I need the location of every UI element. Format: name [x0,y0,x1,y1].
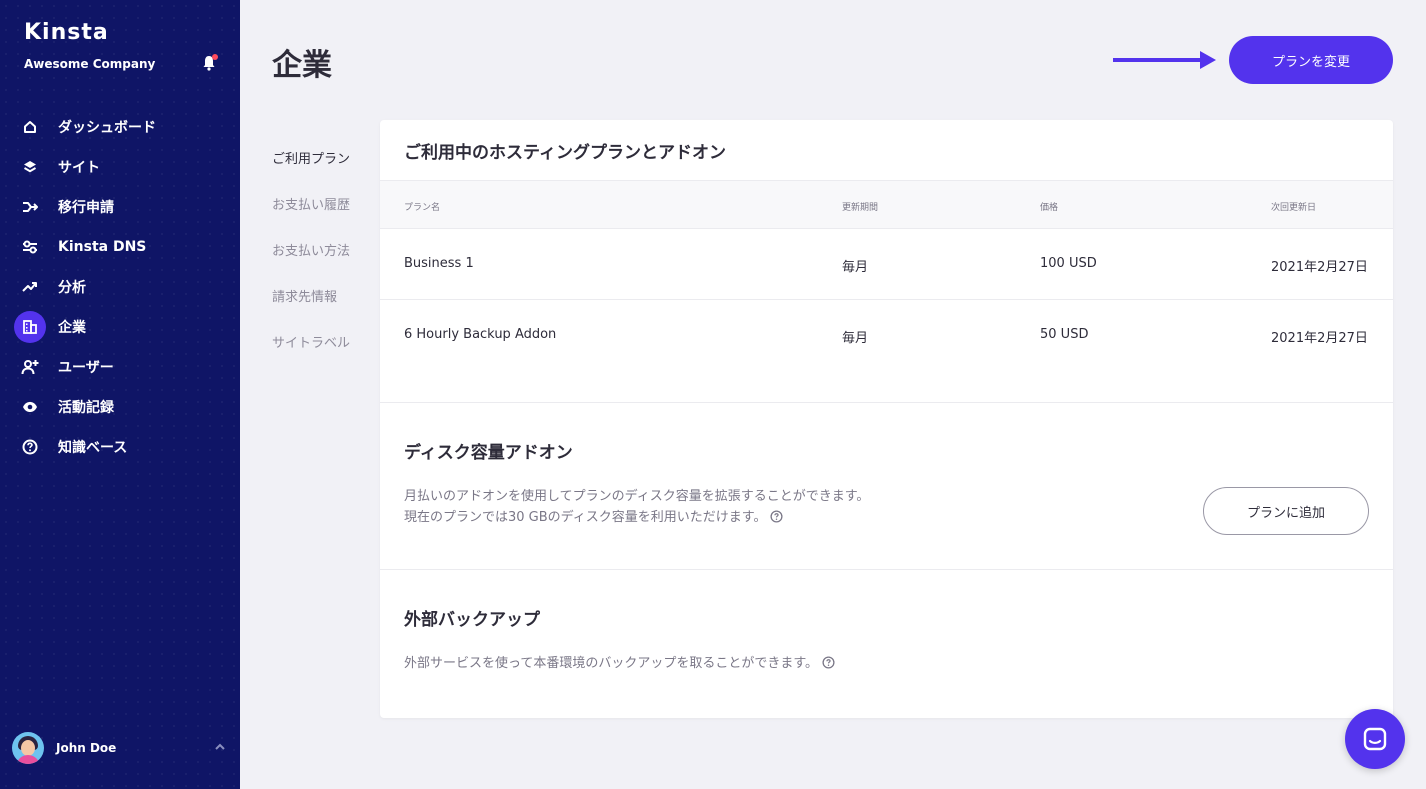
main-nav: ダッシュボード サイト 移行申請 Kinsta DNS 分析 企業 ユーザー 活… [0,107,240,467]
disk-addon-line-2: 現在のプランでは30 GBのディスク容量を利用いただけます。 [404,510,767,525]
external-backup-line-1: 外部サービスを使って本番環境のバックアップを取ることができます。 [404,656,819,671]
nav-label-activity-log: 活動記録 [58,400,114,416]
price-cell: 50 USD [1040,327,1089,342]
renewal-period-cell: 毎月 [842,260,869,275]
table-row: 6 Hourly Backup Addon 毎月 50 USD 2021年2月2… [380,299,1393,370]
user-menu[interactable]: John Doe [12,732,228,764]
page-title: 企業 [272,48,332,83]
nav-item-migrations[interactable]: 移行申請 [0,187,240,227]
user-name: John Doe [56,741,117,755]
eye-icon [14,391,46,423]
price-cell: 100 USD [1040,256,1097,271]
nav-label-analytics: 分析 [58,280,86,296]
migration-icon [14,191,46,223]
company-icon [14,311,46,343]
plans-title: ご利用中のホスティングプランとアドオン [404,143,726,163]
column-header-plan-name: プラン名 [404,203,441,213]
disk-addon-line-1: 月払いのアドオンを使用してプランのディスク容量を拡張することができます。 [404,489,870,504]
sub-nav: ご利用プラン お支払い履歴 お支払い方法 請求先情報 サイトラベル [272,148,350,378]
notification-dot [212,54,218,60]
column-header-next-renewal: 次回更新日 [1271,203,1317,213]
nav-item-activity-log[interactable]: 活動記録 [0,387,240,427]
nav-label-company: 企業 [58,320,86,336]
help-icon [14,431,46,463]
nav-item-dns[interactable]: Kinsta DNS [0,227,240,267]
add-to-plan-button[interactable]: プランに追加 [1203,487,1369,535]
next-renewal-cell: 2021年2月27日 [1271,260,1368,275]
plan-name-cell: 6 Hourly Backup Addon [404,327,557,342]
layers-icon [14,151,46,183]
nav-item-sites[interactable]: サイト [0,147,240,187]
nav-item-company[interactable]: 企業 [0,307,240,347]
add-user-icon [14,351,46,383]
table-header: プラン名 更新期間 価格 次回更新日 [380,180,1393,228]
nav-label-users: ユーザー [58,360,114,376]
chat-launcher-button[interactable] [1345,709,1405,769]
help-icon[interactable] [822,656,835,669]
home-icon [14,111,46,143]
chevron-up-icon[interactable] [214,741,226,753]
plan-name-cell: Business 1 [404,256,474,271]
nav-label-dashboard: ダッシュボード [58,120,156,136]
nav-item-analytics[interactable]: 分析 [0,267,240,307]
nav-label-migrations: 移行申請 [58,200,114,216]
section-divider [380,402,1393,403]
nav-label-knowledge-base: 知識ベース [58,440,128,456]
renewal-period-cell: 毎月 [842,331,869,346]
subnav-current-plan[interactable]: ご利用プラン [272,148,350,194]
nav-label-sites: サイト [58,160,100,176]
subnav-site-labels[interactable]: サイトラベル [272,332,350,378]
help-icon[interactable] [770,510,784,523]
column-header-price: 価格 [1040,203,1059,213]
nav-item-users[interactable]: ユーザー [0,347,240,387]
analytics-icon [14,271,46,303]
chat-icon [1363,727,1387,751]
arrow-right-icon [1113,51,1216,69]
nav-item-dashboard[interactable]: ダッシュボード [0,107,240,147]
kinsta-logo[interactable]: Kinsta [24,20,109,45]
subnav-payment-method[interactable]: お支払い方法 [272,240,350,286]
sidebar: Kinsta Awesome Company ダッシュボード サイト 移行申請 [0,0,240,789]
avatar [12,732,44,764]
subnav-payment-history[interactable]: お支払い履歴 [272,194,350,240]
next-renewal-cell: 2021年2月27日 [1271,331,1368,346]
nav-label-dns: Kinsta DNS [58,239,147,255]
table-row: Business 1 毎月 100 USD 2021年2月27日 [380,228,1393,299]
external-backup-description: 外部サービスを使って本番環境のバックアップを取ることができます。 [404,653,835,674]
column-header-renewal-period: 更新期間 [842,203,879,213]
section-divider [380,569,1393,570]
company-name[interactable]: Awesome Company [24,57,155,71]
dns-icon [14,231,46,263]
external-backup-title: 外部バックアップ [404,610,540,630]
disk-addon-title: ディスク容量アドオン [404,443,573,463]
subnav-billing-info[interactable]: 請求先情報 [272,286,350,332]
nav-item-knowledge-base[interactable]: 知識ベース [0,427,240,467]
change-plan-button[interactable]: プランを変更 [1229,36,1393,84]
plan-card: ご利用中のホスティングプランとアドオン プラン名 更新期間 価格 次回更新日 B… [380,120,1393,718]
disk-addon-description: 月払いのアドオンを使用してプランのディスク容量を拡張することができます。 現在の… [404,486,869,528]
